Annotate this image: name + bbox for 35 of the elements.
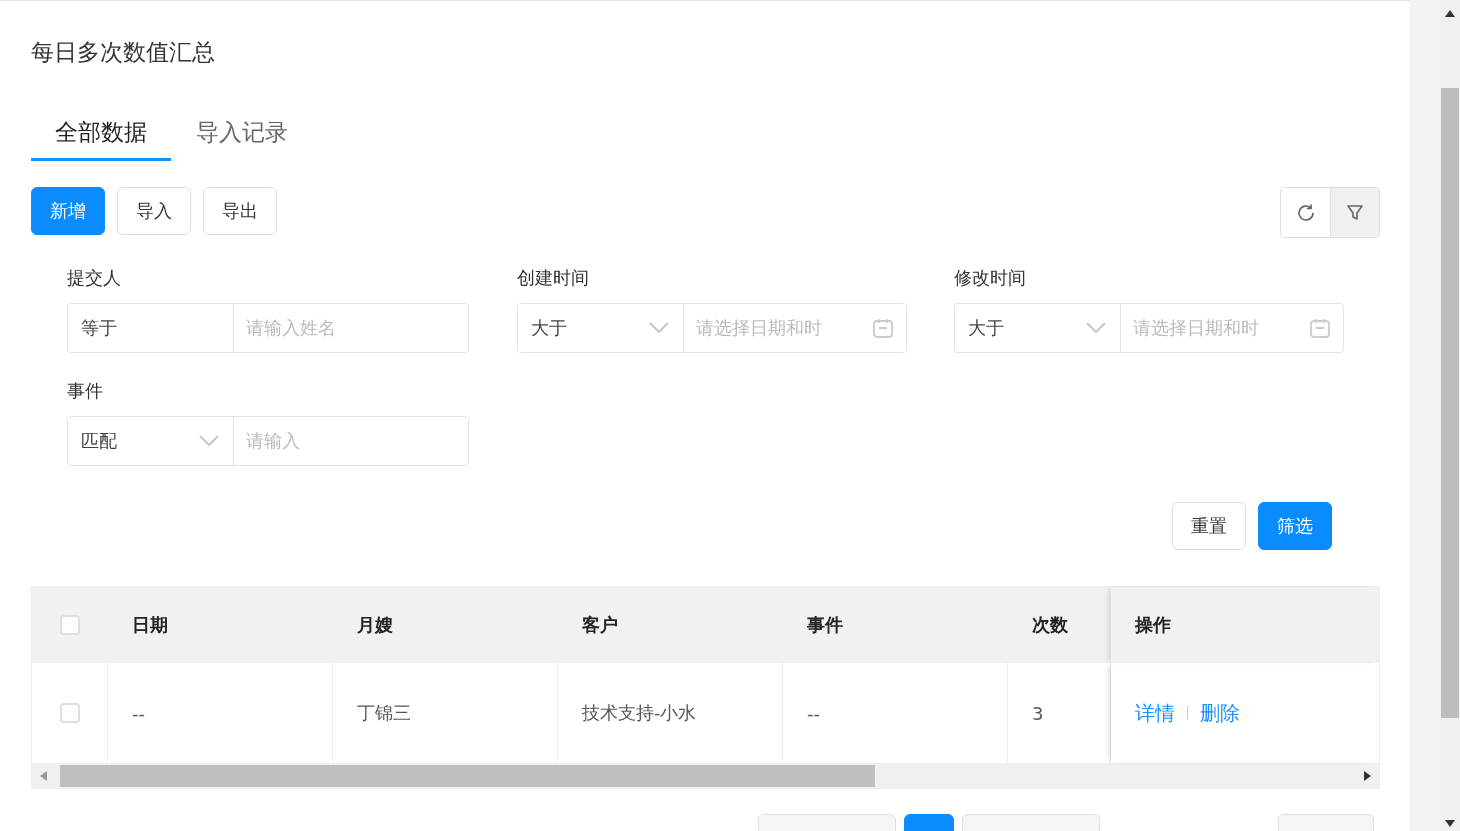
- filter-label: 事件: [67, 379, 104, 403]
- filter-action-button[interactable]: 筛选: [1258, 502, 1332, 550]
- filter-label: 提交人: [67, 266, 122, 290]
- vertical-scrollbar[interactable]: [1440, 0, 1460, 831]
- table-cell: --: [132, 702, 145, 724]
- select-all-checkbox[interactable]: [60, 615, 80, 635]
- toolbar-button[interactable]: 导出: [203, 187, 277, 235]
- scroll-left-icon[interactable]: [40, 771, 48, 781]
- scroll-down-icon[interactable]: [1445, 819, 1455, 827]
- column-header: 操作: [1135, 613, 1171, 637]
- column-header: 客户: [582, 613, 618, 637]
- filter-action-button[interactable]: 重置: [1172, 502, 1246, 550]
- tab[interactable]: 导入记录: [172, 106, 312, 161]
- table-cell: 丁锦三: [357, 701, 411, 725]
- horizontal-scrollbar[interactable]: [32, 764, 1379, 788]
- scroll-right-icon[interactable]: [1363, 771, 1371, 781]
- filter-icon: [1345, 202, 1365, 223]
- column-header: 月嫂: [357, 613, 393, 637]
- row-checkbox[interactable]: [59, 703, 80, 723]
- filter-label: 修改时间: [954, 266, 1027, 290]
- table-cell: --: [807, 702, 820, 724]
- page-title: 每日多次数值汇总: [31, 38, 216, 67]
- table-cell: 3: [1032, 702, 1044, 724]
- tab[interactable]: 全部数据: [31, 106, 171, 161]
- column-header: 日期: [132, 613, 168, 637]
- action-link[interactable]: 删除: [1200, 699, 1240, 727]
- scroll-up-icon[interactable]: [1445, 10, 1455, 18]
- filter-button[interactable]: [1330, 188, 1379, 237]
- column-header: 事件: [807, 613, 843, 637]
- action-link[interactable]: 详情: [1135, 699, 1175, 727]
- column-header: 次数: [1032, 613, 1068, 637]
- toolbar-button[interactable]: 新增: [31, 187, 105, 235]
- table-cell: 技术支持-小水: [582, 701, 697, 725]
- filter-label: 创建时间: [517, 266, 590, 290]
- toolbar-button[interactable]: 导入: [117, 187, 191, 235]
